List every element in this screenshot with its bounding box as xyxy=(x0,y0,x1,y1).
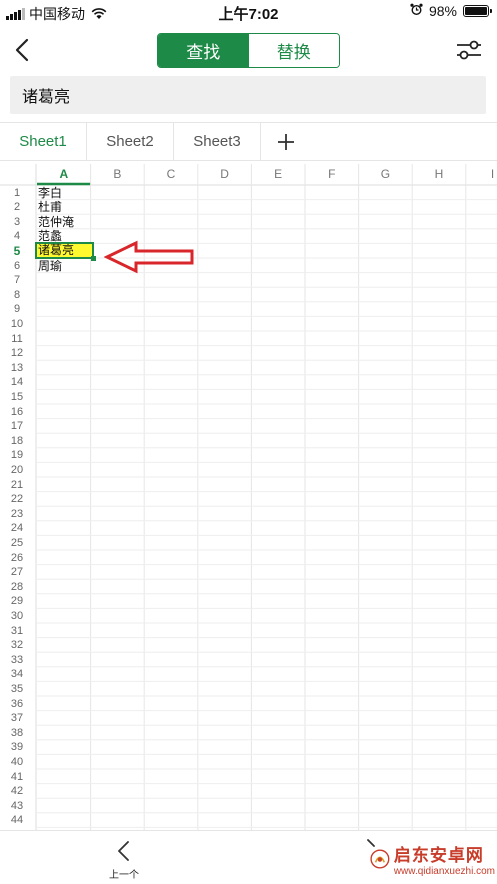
header: 查找 替换 xyxy=(0,26,497,74)
row-header-25[interactable]: 25 xyxy=(0,536,34,551)
watermark-logo-icon xyxy=(370,849,390,869)
row-header-34[interactable]: 34 xyxy=(0,667,34,682)
row-header-27[interactable]: 27 xyxy=(0,565,34,580)
row-header-4[interactable]: 4 xyxy=(0,229,34,244)
tab-replace[interactable]: 替换 xyxy=(248,34,339,67)
row-header-36[interactable]: 36 xyxy=(0,697,34,712)
watermark-url: www.qidianxuezhi.com xyxy=(393,866,495,877)
sheet-tabs: Sheet1 Sheet2 Sheet3 xyxy=(0,122,497,161)
row-header-31[interactable]: 31 xyxy=(0,624,34,639)
col-header-a[interactable]: A xyxy=(37,164,91,185)
tab-sheet3[interactable]: Sheet3 xyxy=(174,123,261,160)
row-header-14[interactable]: 14 xyxy=(0,375,34,390)
row-header-42[interactable]: 42 xyxy=(0,784,34,799)
cell-a6[interactable]: 周瑜 xyxy=(38,259,62,274)
battery-fill xyxy=(465,7,487,15)
row-header-29[interactable]: 29 xyxy=(0,594,34,609)
row-header-16[interactable]: 16 xyxy=(0,405,34,420)
row-header-44[interactable]: 44 xyxy=(0,813,34,828)
row-header-40[interactable]: 40 xyxy=(0,755,34,770)
row-header-28[interactable]: 28 xyxy=(0,580,34,595)
search-input[interactable] xyxy=(10,76,486,114)
col-header-d[interactable]: D xyxy=(198,164,252,185)
status-right: 98% xyxy=(410,3,492,19)
row-header-30[interactable]: 30 xyxy=(0,609,34,624)
row-header-37[interactable]: 37 xyxy=(0,711,34,726)
back-button[interactable] xyxy=(8,34,38,66)
watermark-text: 启东安卓网 www.qidianxuezhi.com xyxy=(394,841,495,877)
previous-button[interactable]: 上一个 xyxy=(100,837,148,883)
row-header-1[interactable]: 1 xyxy=(0,186,34,201)
col-header-h[interactable]: H xyxy=(412,164,466,185)
row-header-11[interactable]: 11 xyxy=(0,332,34,347)
sliders-icon xyxy=(457,40,481,60)
previous-label: 上一个 xyxy=(109,870,139,881)
row-header-41[interactable]: 41 xyxy=(0,770,34,785)
status-bar: 中国移动 上午7:02 98% xyxy=(0,0,497,26)
row-header-33[interactable]: 33 xyxy=(0,653,34,668)
annotation-arrow-icon xyxy=(104,240,194,274)
battery-icon xyxy=(463,5,492,17)
row-header-21[interactable]: 21 xyxy=(0,478,34,493)
row-header-7[interactable]: 7 xyxy=(0,273,34,288)
chevron-left-icon xyxy=(118,841,129,861)
plus-icon xyxy=(278,133,294,150)
row-header-38[interactable]: 38 xyxy=(0,726,34,741)
row-header-20[interactable]: 20 xyxy=(0,463,34,478)
chevron-left-icon xyxy=(15,38,29,62)
row-header-35[interactable]: 35 xyxy=(0,682,34,697)
row-header-22[interactable]: 22 xyxy=(0,492,34,507)
row-header-18[interactable]: 18 xyxy=(0,434,34,449)
alarm-icon xyxy=(410,3,423,19)
watermark: 启东安卓网 www.qidianxuezhi.com xyxy=(370,836,495,882)
cell-a3[interactable]: 范仲淹 xyxy=(38,215,74,230)
col-header-g[interactable]: G xyxy=(359,164,413,185)
add-sheet-button[interactable] xyxy=(261,123,311,160)
row-header-43[interactable]: 43 xyxy=(0,799,34,814)
grid-lines xyxy=(0,164,497,830)
row-header-24[interactable]: 24 xyxy=(0,521,34,536)
row-header-17[interactable]: 17 xyxy=(0,419,34,434)
col-header-f[interactable]: F xyxy=(305,164,359,185)
settings-button[interactable] xyxy=(455,36,483,64)
col-header-i[interactable]: I xyxy=(466,164,497,185)
watermark-title: 启东安卓网 xyxy=(393,846,484,865)
cell-a2[interactable]: 杜甫 xyxy=(38,200,62,215)
row-header-5[interactable]: 5 xyxy=(0,244,34,259)
tab-find[interactable]: 查找 xyxy=(158,34,249,67)
row-header-3[interactable]: 3 xyxy=(0,215,34,230)
cell-a5-selected[interactable]: 诸葛亮 xyxy=(35,242,96,262)
row-header-6[interactable]: 6 xyxy=(0,259,34,274)
row-header-2[interactable]: 2 xyxy=(0,200,34,215)
row-header-39[interactable]: 39 xyxy=(0,740,34,755)
battery-percent: 98% xyxy=(428,3,457,19)
row-header-19[interactable]: 19 xyxy=(0,448,34,463)
row-header-8[interactable]: 8 xyxy=(0,288,34,303)
col-header-c[interactable]: C xyxy=(144,164,198,185)
col-header-e[interactable]: E xyxy=(251,164,305,185)
tab-sheet1[interactable]: Sheet1 xyxy=(0,123,87,160)
tab-sheet2[interactable]: Sheet2 xyxy=(87,123,174,160)
row-header-9[interactable]: 9 xyxy=(0,302,34,317)
row-header-12[interactable]: 12 xyxy=(0,346,34,361)
row-header-23[interactable]: 23 xyxy=(0,507,34,522)
row-header-13[interactable]: 13 xyxy=(0,361,34,376)
row-header-26[interactable]: 26 xyxy=(0,551,34,566)
row-header-15[interactable]: 15 xyxy=(0,390,34,405)
spreadsheet-grid[interactable]: A B C D E F G H I 李白 杜甫 范仲淹 范蠡 诸葛亮 周瑜 12… xyxy=(0,164,497,830)
col-header-b[interactable]: B xyxy=(91,164,145,185)
row-header-32[interactable]: 32 xyxy=(0,638,34,653)
find-replace-segment: 查找 替换 xyxy=(157,33,340,68)
cell-a1[interactable]: 李白 xyxy=(38,186,62,201)
row-header-10[interactable]: 10 xyxy=(0,317,34,332)
